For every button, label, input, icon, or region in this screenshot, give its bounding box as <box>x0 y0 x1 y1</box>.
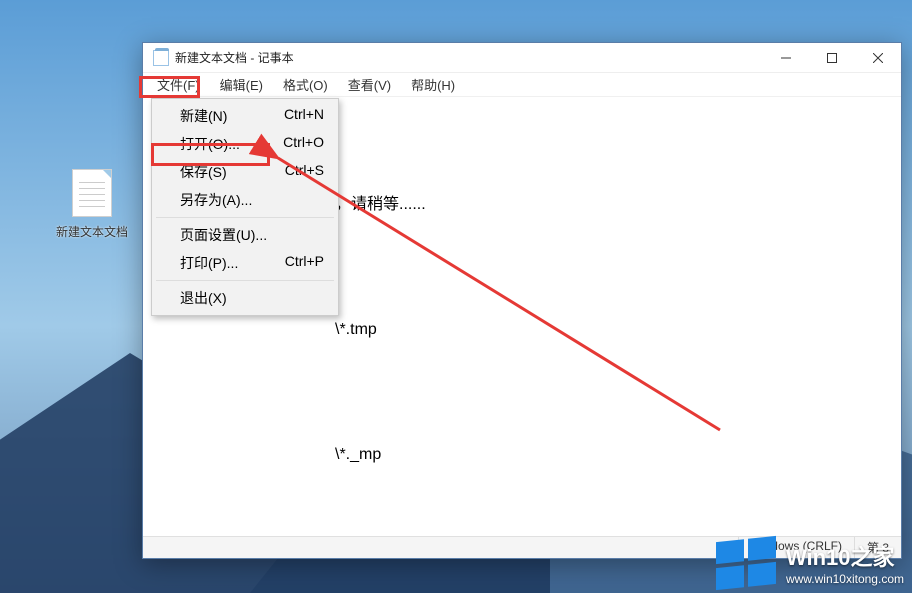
desktop-icon-label: 新建文本文档 <box>50 223 134 240</box>
status-spacer <box>143 537 738 558</box>
menu-item-label: 打开(O)... <box>180 134 240 154</box>
menu-format[interactable]: 格式(O) <box>273 73 338 96</box>
menu-item-exit[interactable]: 退出(X) <box>154 284 336 312</box>
menu-separator <box>156 280 334 281</box>
menu-item-label: 另存为(A)... <box>180 190 252 210</box>
window-title: 新建文本文档 - 记事本 <box>175 49 294 66</box>
window-controls <box>763 43 901 73</box>
menu-item-label: 页面设置(U)... <box>180 225 267 245</box>
minimize-button[interactable] <box>763 43 809 73</box>
menu-view[interactable]: 查看(V) <box>338 73 401 96</box>
menu-item-print[interactable]: 打印(P)... Ctrl+P <box>154 249 336 277</box>
text-line: \*._mp <box>165 434 895 476</box>
menu-file[interactable]: 文件(F) <box>147 73 210 96</box>
maximize-button[interactable] <box>809 43 855 73</box>
menu-item-shortcut <box>304 190 324 210</box>
menu-edit[interactable]: 编辑(E) <box>210 73 273 96</box>
menu-item-new[interactable]: 新建(N) Ctrl+N <box>154 102 336 130</box>
menu-item-saveas[interactable]: 另存为(A)... <box>154 186 336 214</box>
menu-help[interactable]: 帮助(H) <box>401 73 465 96</box>
file-menu-dropdown: 新建(N) Ctrl+N 打开(O)... Ctrl+O 保存(S) Ctrl+… <box>151 98 339 316</box>
watermark-url: www.win10xitong.com <box>786 572 904 586</box>
titlebar[interactable]: 新建文本文档 - 记事本 <box>143 43 901 73</box>
desktop-file-icon[interactable]: 新建文本文档 <box>50 169 134 240</box>
menu-item-shortcut: Ctrl+P <box>265 253 324 273</box>
menu-item-shortcut <box>304 288 324 308</box>
menu-item-label: 打印(P)... <box>180 253 238 273</box>
menu-item-label: 新建(N) <box>180 106 227 126</box>
menu-item-pagesetup[interactable]: 页面设置(U)... <box>154 221 336 249</box>
notepad-icon <box>153 50 169 66</box>
menu-item-label: 保存(S) <box>180 162 227 182</box>
menu-item-label: 退出(X) <box>180 288 227 308</box>
watermark-title: Win10之家 <box>786 540 904 572</box>
menu-item-save[interactable]: 保存(S) Ctrl+S <box>154 158 336 186</box>
text-file-icon <box>72 169 112 217</box>
menu-item-shortcut <box>304 225 324 245</box>
close-button[interactable] <box>855 43 901 73</box>
menu-item-shortcut: Ctrl+S <box>265 162 324 182</box>
menu-item-open[interactable]: 打开(O)... Ctrl+O <box>154 130 336 158</box>
menu-separator <box>156 217 334 218</box>
menu-item-shortcut: Ctrl+N <box>264 106 324 126</box>
watermark: Win10之家 www.win10xitong.com <box>716 539 904 587</box>
menubar: 文件(F) 编辑(E) 格式(O) 查看(V) 帮助(H) <box>143 73 901 97</box>
windows-logo-icon <box>716 536 776 590</box>
menu-item-shortcut: Ctrl+O <box>263 134 324 154</box>
